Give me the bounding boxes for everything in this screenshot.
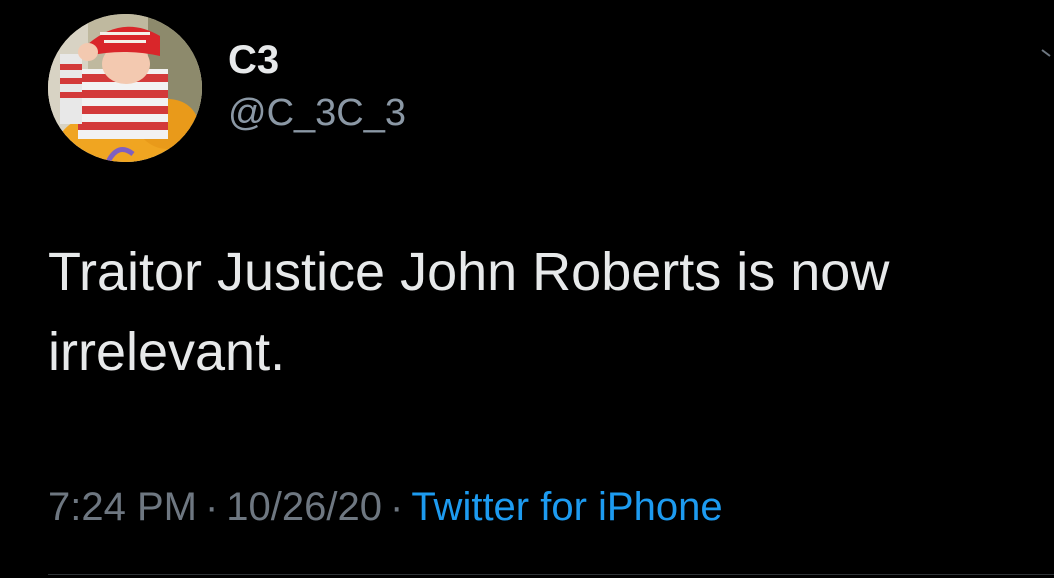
avatar[interactable] — [48, 14, 202, 162]
tweet-date[interactable]: 10/26/20 — [226, 485, 382, 529]
tweet-meta: 7:24 PM · 10/26/20 · Twitter for iPhone — [48, 480, 723, 534]
user-handle[interactable]: @C_3C_3 — [228, 90, 406, 136]
chevron-down-icon[interactable] — [1040, 44, 1054, 68]
tweet-source-link[interactable]: Twitter for iPhone — [411, 485, 722, 529]
tweet-time[interactable]: 7:24 PM — [48, 485, 197, 529]
display-name[interactable]: C3 — [228, 36, 279, 84]
meta-separator: · — [204, 485, 219, 529]
tweet-detail: C3 @C_3C_3 Traitor Justice John Roberts … — [0, 0, 1054, 578]
meta-separator: · — [390, 485, 404, 529]
avatar-photo — [48, 14, 202, 162]
divider — [48, 574, 1054, 575]
tweet-text: Traitor Justice John Roberts is now irre… — [48, 242, 890, 382]
